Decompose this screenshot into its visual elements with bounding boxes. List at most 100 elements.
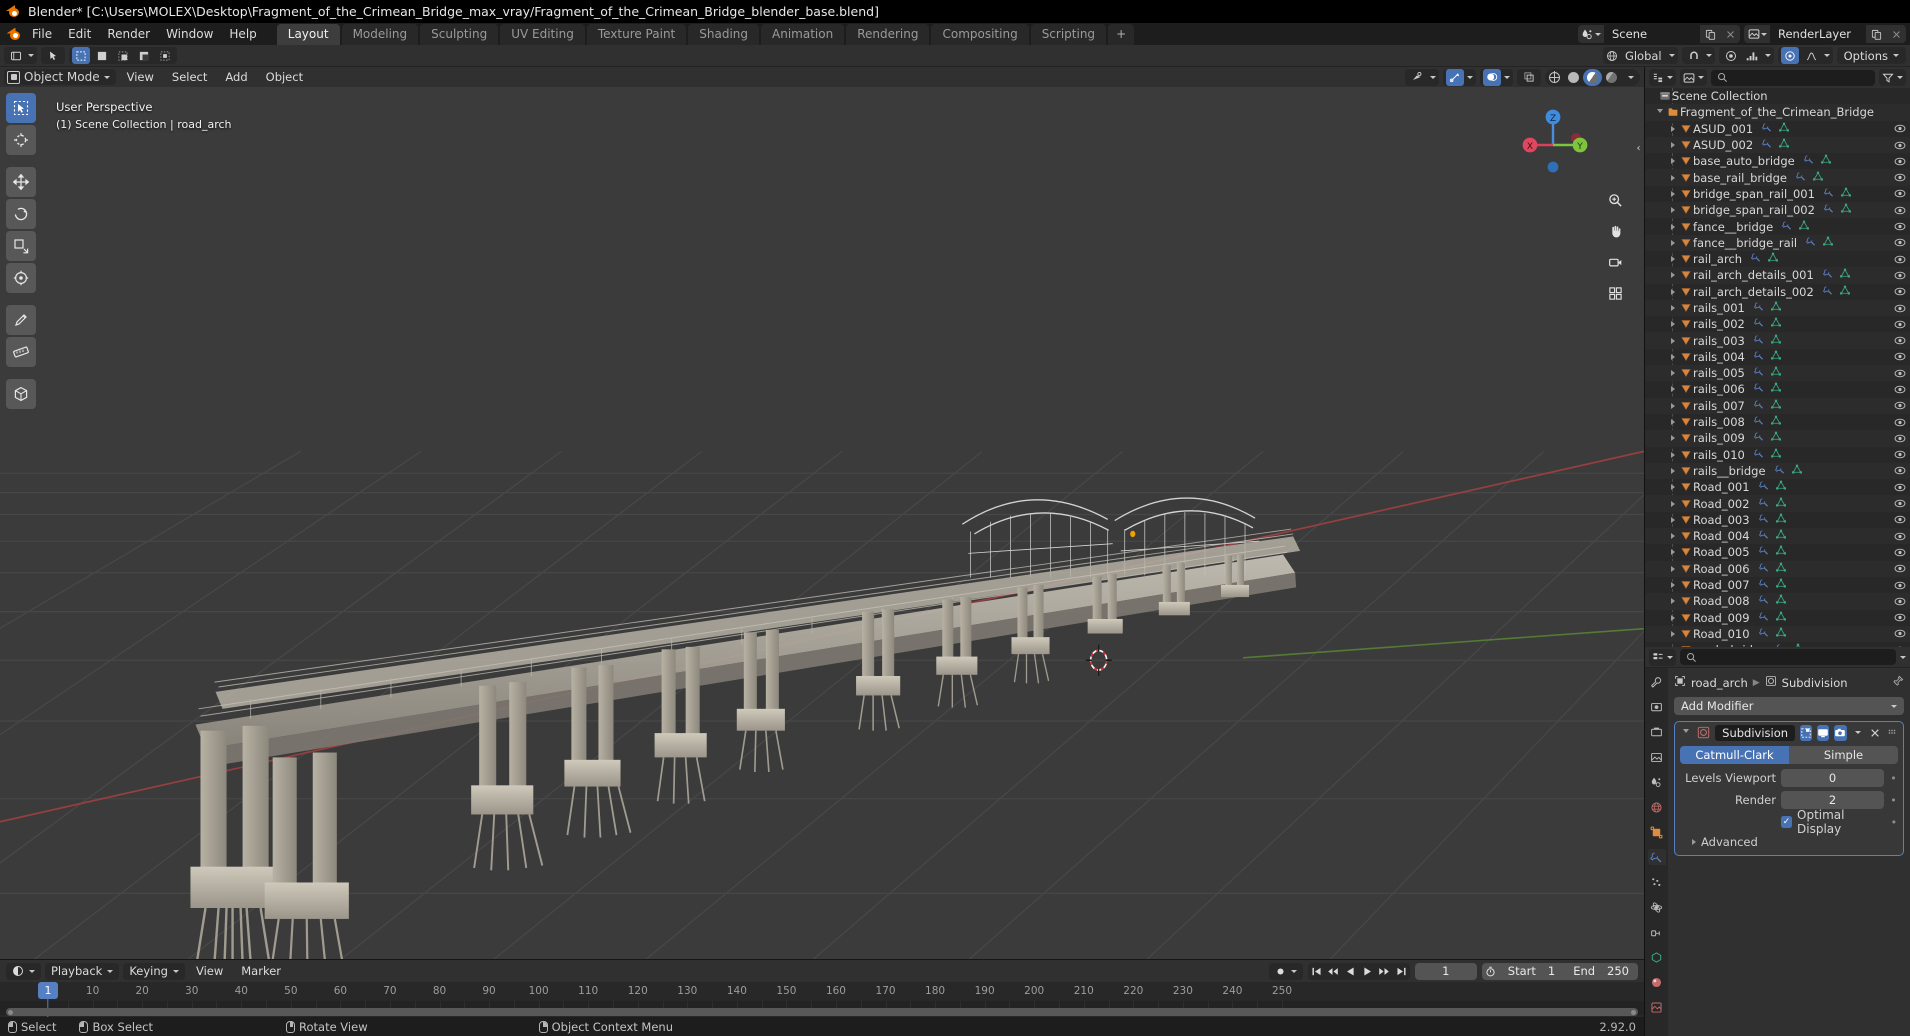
xray-icon[interactable]: [1520, 69, 1538, 86]
tab-add-workspace[interactable]: +: [1108, 24, 1135, 45]
auto-keying-toggle[interactable]: [1268, 962, 1303, 980]
tab-texture[interactable]: [1648, 999, 1666, 1015]
collection-expand-toggle[interactable]: [1654, 108, 1665, 116]
outliner-row-object[interactable]: Road_007: [1645, 577, 1910, 593]
overlays-toggle-group[interactable]: [1480, 68, 1513, 86]
modifier-wrench-icon[interactable]: [1761, 122, 1773, 136]
snap-magnet-icon[interactable]: [1685, 47, 1703, 64]
modifier-wrench-icon[interactable]: [1753, 301, 1765, 315]
tab-uv-editing[interactable]: UV Editing: [500, 24, 585, 45]
outliner-display-mode-selector[interactable]: [1680, 69, 1707, 86]
modifier-wrench-icon[interactable]: [1822, 268, 1834, 282]
object-expand-toggle[interactable]: [1667, 239, 1678, 246]
visibility-eye-icon[interactable]: [1894, 351, 1906, 362]
navigation-gizmo[interactable]: Z Y X: [1516, 105, 1590, 179]
mesh-data-icon[interactable]: [1775, 545, 1787, 559]
object-expand-toggle[interactable]: [1667, 582, 1678, 589]
mesh-data-icon[interactable]: [1770, 301, 1782, 315]
gizmo-toggle-group[interactable]: [1443, 68, 1476, 86]
tool-add-cube-button[interactable]: [6, 379, 36, 409]
visibility-eye-icon[interactable]: [1894, 221, 1906, 232]
visibility-eye-icon[interactable]: [1894, 563, 1906, 574]
falloff-curve-icon[interactable]: [1802, 47, 1821, 64]
object-expand-toggle[interactable]: [1667, 223, 1678, 230]
mesh-data-icon[interactable]: [1812, 171, 1824, 185]
select-box-tool-icon[interactable]: [44, 47, 62, 64]
breadcrumb-object-name[interactable]: road_arch: [1691, 676, 1748, 690]
visibility-eye-icon[interactable]: [1894, 465, 1906, 476]
levels-viewport-animate-dot[interactable]: •: [1889, 772, 1898, 785]
view-layer-selector[interactable]: RenderLayer: [1744, 25, 1906, 43]
tab-animation[interactable]: Animation: [761, 24, 845, 45]
visibility-eye-icon[interactable]: [1894, 547, 1906, 558]
object-expand-toggle[interactable]: [1667, 142, 1678, 149]
mesh-data-icon[interactable]: [1770, 317, 1782, 331]
tab-output[interactable]: [1648, 724, 1666, 740]
object-expand-toggle[interactable]: [1667, 370, 1678, 377]
mesh-data-icon[interactable]: [1770, 350, 1782, 364]
mesh-data-icon[interactable]: [1791, 464, 1803, 478]
outliner-editor-type-selector[interactable]: [1649, 69, 1676, 86]
mesh-data-icon[interactable]: [1820, 154, 1832, 168]
visibility-eye-icon[interactable]: [1894, 205, 1906, 216]
mesh-data-icon[interactable]: [1775, 578, 1787, 592]
mesh-data-icon[interactable]: [1840, 203, 1852, 217]
tool-transform-button[interactable]: [6, 263, 36, 293]
properties-search-input[interactable]: [1680, 649, 1896, 665]
modifier-remove-button[interactable]: [1869, 725, 1881, 741]
outliner-row-object[interactable]: Road_001: [1645, 479, 1910, 495]
optimal-display-animate-dot[interactable]: •: [1890, 816, 1898, 829]
outliner-row-object[interactable]: ASUD_001: [1645, 121, 1910, 137]
breadcrumb-modifier-name[interactable]: Subdivision: [1782, 676, 1848, 690]
mode-selector[interactable]: Object Mode: [4, 69, 116, 85]
shading-solid-icon[interactable]: [1564, 69, 1583, 86]
eye-cone-icon[interactable]: [1408, 69, 1427, 86]
proportional-edit-icon[interactable]: [1722, 47, 1740, 64]
modifier-wrench-icon[interactable]: [1758, 627, 1770, 641]
remove-view-layer-button[interactable]: [1886, 25, 1906, 43]
select-invert-icon[interactable]: [135, 47, 153, 64]
tab-compositing[interactable]: Compositing: [931, 24, 1029, 45]
object-expand-toggle[interactable]: [1667, 500, 1678, 507]
outliner-row-object[interactable]: rail_arch_details_002: [1645, 284, 1910, 300]
scene-name[interactable]: Scene: [1604, 25, 1700, 43]
frame-end-field[interactable]: End 250: [1564, 963, 1638, 980]
object-expand-toggle[interactable]: [1667, 614, 1678, 621]
current-frame-field[interactable]: 1: [1414, 962, 1477, 980]
modifier-wrench-icon[interactable]: [1803, 154, 1815, 168]
timeline-ruler[interactable]: 10 20 30 40 50 60 70 80 90 100 110 120 130 140 150 160 1…: [0, 982, 1644, 1017]
timeline-view-menu[interactable]: View: [189, 964, 230, 978]
transform-orientation-selector[interactable]: Global: [1602, 47, 1678, 64]
tab-constraints[interactable]: [1648, 924, 1666, 940]
modifier-wrench-icon[interactable]: [1805, 236, 1817, 250]
visibility-eye-icon[interactable]: [1894, 498, 1906, 509]
modifier-wrench-icon[interactable]: [1753, 334, 1765, 348]
visibility-eye-icon[interactable]: [1894, 286, 1906, 297]
tab-modeling[interactable]: Modeling: [341, 24, 419, 45]
scene-selector[interactable]: Scene: [1578, 25, 1740, 43]
options-dropdown[interactable]: Options: [1836, 47, 1906, 64]
object-expand-toggle[interactable]: [1667, 207, 1678, 214]
menu-help[interactable]: Help: [221, 25, 264, 43]
tab-modifiers[interactable]: [1647, 849, 1666, 865]
timeline-keying-menu[interactable]: Keying: [123, 962, 185, 980]
mesh-data-icon[interactable]: [1775, 497, 1787, 511]
outliner-row-object[interactable]: rails_007: [1645, 397, 1910, 414]
outliner-row-object[interactable]: rail_arch: [1645, 251, 1910, 267]
object-expand-toggle[interactable]: [1667, 516, 1678, 523]
modifier-wrench-icon[interactable]: [1753, 415, 1765, 429]
advanced-section-toggle[interactable]: Advanced: [1680, 835, 1898, 849]
outliner-row-object[interactable]: rails_010: [1645, 447, 1910, 463]
outliner-row-object[interactable]: fance__bridge: [1645, 218, 1910, 234]
tab-particles[interactable]: [1648, 874, 1666, 890]
tab-sculpting[interactable]: Sculpting: [420, 24, 499, 45]
tool-cursor-button[interactable]: [6, 125, 36, 155]
modifier-expand-toggle[interactable]: [1680, 725, 1692, 741]
tab-material[interactable]: [1648, 974, 1666, 990]
object-expand-toggle[interactable]: [1667, 598, 1678, 605]
timeline-horizontal-scrollbar[interactable]: [6, 1008, 1638, 1016]
play-button[interactable]: [1359, 963, 1376, 980]
object-expand-toggle[interactable]: [1667, 549, 1678, 556]
visibility-eye-icon[interactable]: [1894, 172, 1906, 183]
modifier-name-field[interactable]: Subdivision: [1715, 724, 1796, 741]
